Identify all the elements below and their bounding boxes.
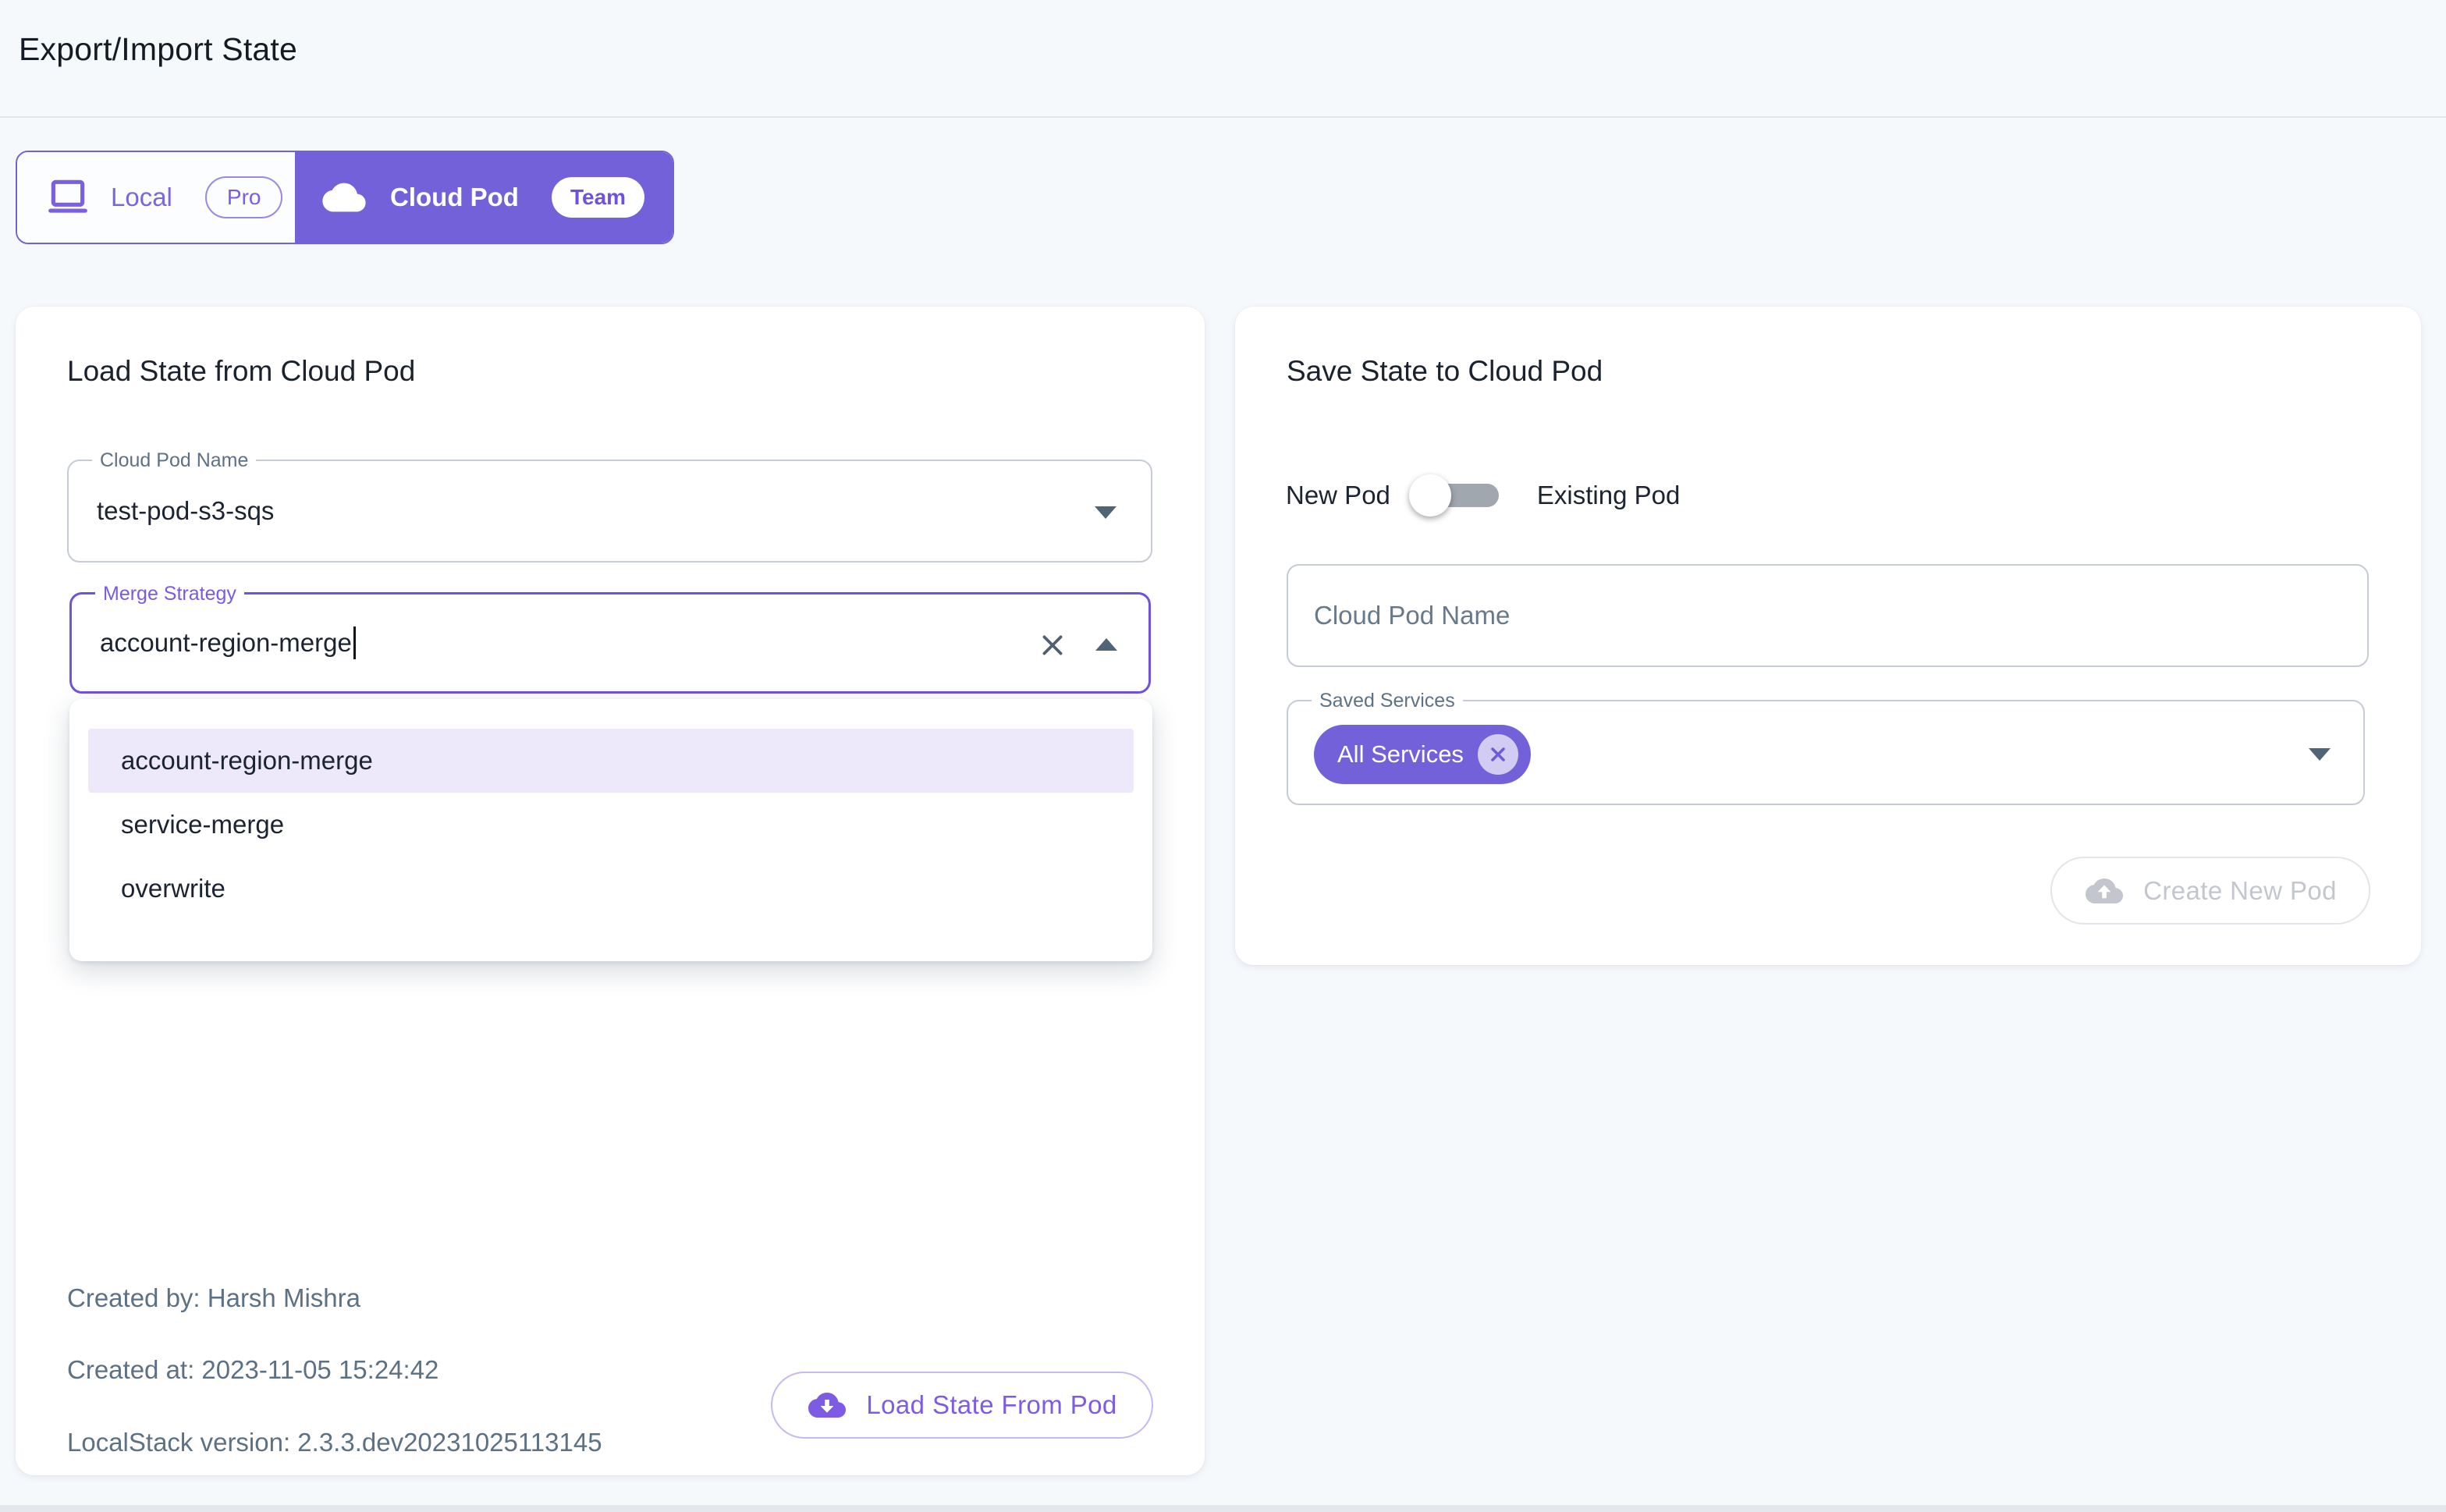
export-import-state-page: Export/Import State Local Pro Cloud Pod … [0, 0, 2446, 1512]
chip-delete-icon[interactable] [1478, 734, 1518, 775]
create-button-label: Create New Pod [2143, 876, 2337, 906]
team-badge: Team [552, 177, 644, 218]
tab-cloud-pod-label: Cloud Pod [390, 183, 519, 212]
meta-created-at: Created at: 2023-11-05 15:24:42 [67, 1355, 438, 1385]
cloud-download-icon [807, 1390, 847, 1421]
clear-icon[interactable] [1038, 630, 1067, 660]
meta-localstack-version: LocalStack version: 2.3.3.dev20231025113… [67, 1428, 602, 1457]
tab-local[interactable]: Local Pro [17, 152, 295, 243]
merge-option-account-region-merge[interactable]: account-region-merge [88, 729, 1134, 793]
merge-strategy-dropdown: account-region-merge service-merge overw… [69, 699, 1152, 961]
page-title: Export/Import State [19, 31, 297, 68]
tab-local-label: Local [111, 183, 172, 212]
cloud-icon [320, 179, 368, 215]
state-source-tabs: Local Pro Cloud Pod Team [16, 151, 674, 244]
all-services-chip[interactable]: All Services [1314, 725, 1531, 784]
header-divider [0, 116, 2446, 118]
create-new-pod-button[interactable]: Create New Pod [2050, 857, 2370, 925]
save-state-card: Save State to Cloud Pod New Pod Existing… [1235, 307, 2421, 965]
meta-created-by: Created by: Harsh Mishra [67, 1283, 360, 1313]
all-services-chip-label: All Services [1337, 740, 1464, 768]
chevron-down-icon[interactable] [1095, 506, 1116, 519]
load-state-card: Load State from Cloud Pod Cloud Pod Name… [16, 307, 1205, 1475]
horizontal-scrollbar[interactable] [0, 1505, 2446, 1512]
cloud-upload-icon [2084, 875, 2125, 907]
cloud-pod-name-select-value: test-pod-s3-sqs [97, 461, 274, 561]
load-state-from-pod-button[interactable]: Load State From Pod [771, 1372, 1153, 1439]
merge-option-overwrite[interactable]: overwrite [88, 857, 1134, 921]
new-pod-label: New Pod [1286, 481, 1390, 510]
laptop-icon [45, 178, 91, 217]
pro-badge: Pro [205, 176, 283, 218]
save-cloud-pod-name-input[interactable] [1314, 566, 2313, 665]
text-cursor [353, 626, 356, 659]
chevron-down-icon[interactable] [2309, 748, 2331, 761]
save-card-title: Save State to Cloud Pod [1287, 355, 1603, 388]
pod-mode-switch[interactable] [1406, 467, 1521, 524]
saved-services-label: Saved Services [1312, 689, 1463, 712]
existing-pod-label: Existing Pod [1537, 481, 1680, 510]
load-button-label: Load State From Pod [866, 1390, 1116, 1420]
merge-option-service-merge[interactable]: service-merge [88, 793, 1134, 857]
merge-strategy-value: account-region-merge [100, 595, 356, 691]
save-cloud-pod-name-field [1287, 564, 2369, 667]
load-card-title: Load State from Cloud Pod [67, 355, 415, 388]
switch-thumb[interactable] [1409, 474, 1451, 516]
merge-strategy-input[interactable]: Merge Strategy account-region-merge [69, 592, 1151, 694]
tab-cloud-pod[interactable]: Cloud Pod Team [295, 152, 673, 243]
chevron-up-icon[interactable] [1095, 638, 1117, 651]
cloud-pod-name-select[interactable]: Cloud Pod Name test-pod-s3-sqs [67, 460, 1152, 563]
pod-mode-toggle-row: New Pod Existing Pod [1286, 467, 1680, 524]
saved-services-select[interactable]: Saved Services All Services [1287, 700, 2365, 805]
